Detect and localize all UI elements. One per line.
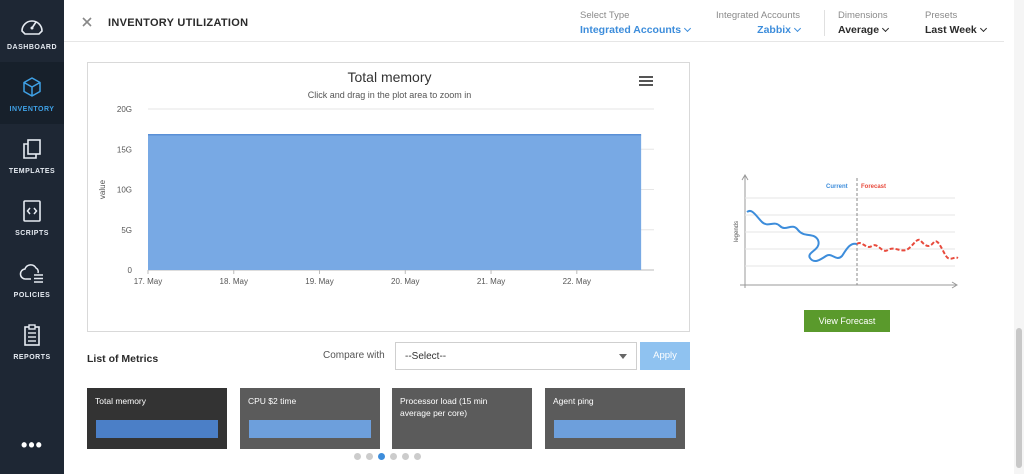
sidebar-item-dashboard[interactable]: DASHBOARD xyxy=(0,0,64,62)
filter-label: Select Type xyxy=(580,10,630,21)
filter-presets[interactable]: Presets Last Week xyxy=(925,10,987,36)
metric-card-sparkline xyxy=(96,420,218,438)
metric-card-total-memory[interactable]: Total memory xyxy=(87,388,227,449)
sidebar-item-templates[interactable]: TEMPLATES xyxy=(0,124,64,186)
chart-panel[interactable]: 0 5G 10G 15G 20G value 17. May 18. May 19. May 20… xyxy=(87,62,690,332)
forecast-illustration: Current Forecast legends xyxy=(734,174,959,289)
x-tick-label: 19. May xyxy=(305,277,333,286)
y-tick-label: 10G xyxy=(117,186,132,195)
sidebar-item-label: REPORTS xyxy=(13,354,51,361)
metric-card-sparkline xyxy=(554,420,676,438)
chevron-down-icon xyxy=(979,24,987,33)
carousel-dot[interactable] xyxy=(366,453,373,460)
cube-icon xyxy=(23,77,41,97)
list-of-metrics-heading: List of Metrics xyxy=(87,353,159,365)
sidebar-item-reports[interactable]: REPORTS xyxy=(0,310,64,372)
y-tick-label: 20G xyxy=(117,105,132,114)
sidebar-item-label: TEMPLATES xyxy=(8,168,56,175)
page-header: INVENTORY UTILIZATION Select Type Integr… xyxy=(64,0,1004,42)
forecast-forecast-label: Forecast xyxy=(861,184,886,190)
close-icon[interactable] xyxy=(81,16,93,28)
page-title: INVENTORY UTILIZATION xyxy=(108,17,249,29)
forecast-current-label: Current xyxy=(826,184,848,190)
x-tick-label: 22. May xyxy=(563,277,591,286)
metric-card-agent-ping[interactable]: Agent ping xyxy=(545,388,685,449)
filter-dimensions[interactable]: Dimensions Average xyxy=(838,10,890,36)
metric-card-label: CPU $2 time xyxy=(248,396,297,406)
metric-card-sparkline xyxy=(249,420,371,438)
filter-integrated-accounts[interactable]: Integrated Accounts Zabbix xyxy=(712,10,802,36)
forecast-current-line xyxy=(746,210,858,263)
filter-value-text: Last Week xyxy=(925,24,977,36)
filter-value-text: Integrated Accounts xyxy=(580,24,682,36)
y-tick-label: 0 xyxy=(128,266,133,275)
y-tick-label: 15G xyxy=(117,145,132,154)
metric-card-label: Agent ping xyxy=(553,396,594,406)
filter-value[interactable]: Zabbix xyxy=(712,24,802,36)
sidebar-item-label: INVENTORY xyxy=(9,106,55,113)
area-series xyxy=(148,134,642,270)
metric-card-label: Processor load (15 min average per core) xyxy=(400,396,488,418)
carousel-dot[interactable] xyxy=(414,453,421,460)
view-forecast-button[interactable]: View Forecast xyxy=(804,310,890,332)
carousel-dot[interactable] xyxy=(354,453,361,460)
more-options-button[interactable]: ••• xyxy=(0,420,64,470)
caret-down-icon xyxy=(619,354,627,359)
filter-label: Dimensions xyxy=(838,10,888,21)
filter-value-text: Average xyxy=(838,24,880,36)
chart-subtitle: Click and drag in the plot area to zoom … xyxy=(307,90,472,100)
cloud-settings-icon xyxy=(19,264,43,283)
filter-value[interactable]: Last Week xyxy=(925,24,987,36)
divider xyxy=(824,10,825,36)
filter-value-text: Zabbix xyxy=(757,24,791,36)
sidebar-item-policies[interactable]: POLICIES xyxy=(0,248,64,310)
filter-label: Integrated Accounts xyxy=(716,10,800,21)
apply-button[interactable]: Apply xyxy=(640,342,690,370)
carousel-dot[interactable] xyxy=(390,453,397,460)
filter-select-type[interactable]: Select Type Integrated Accounts xyxy=(580,10,692,36)
carousel-dot[interactable] xyxy=(378,453,385,460)
filter-label: Presets xyxy=(925,10,958,21)
compare-select-value: --Select-- xyxy=(405,351,447,362)
compare-select[interactable]: --Select-- xyxy=(395,342,637,370)
chevron-down-icon xyxy=(793,24,802,33)
sidebar-item-scripts[interactable]: SCRIPTS xyxy=(0,186,64,248)
sidebar-item-label: SCRIPTS xyxy=(15,230,49,237)
metric-card-processor-load[interactable]: Processor load (15 min average per core) xyxy=(392,388,532,449)
metric-card-label: Total memory xyxy=(95,396,147,406)
code-file-icon xyxy=(23,200,41,222)
forecast-y-label: legends xyxy=(734,221,740,242)
filter-value[interactable]: Average xyxy=(838,24,890,36)
copy-icon xyxy=(23,139,41,159)
app-root: DASHBOARD INVENTORY TEMPLATES SCRIPTS PO… xyxy=(0,0,1024,474)
speedometer-icon xyxy=(21,20,43,35)
chevron-down-icon xyxy=(882,24,890,33)
scrollbar-thumb[interactable] xyxy=(1016,328,1022,468)
y-axis-label: value xyxy=(98,179,107,199)
x-tick-label: 21. May xyxy=(477,277,505,286)
chart-title: Total memory xyxy=(347,69,432,85)
clipboard-icon xyxy=(24,324,40,346)
metric-card-cpu-time[interactable]: CPU $2 time xyxy=(240,388,380,449)
forecast-gridlines xyxy=(745,197,955,267)
compare-with-label: Compare with xyxy=(323,350,385,361)
hamburger-menu-icon[interactable] xyxy=(639,75,653,87)
x-tick-label: 18. May xyxy=(220,277,248,286)
x-tick-label: 20. May xyxy=(391,277,419,286)
chevron-down-icon xyxy=(684,24,692,33)
sidebar-item-label: DASHBOARD xyxy=(7,44,57,51)
sidebar-item-inventory[interactable]: INVENTORY xyxy=(0,62,64,124)
sidebar-item-label: POLICIES xyxy=(13,292,51,299)
total-memory-chart[interactable]: 0 5G 10G 15G 20G value 17. May 18. May 19. May 20… xyxy=(88,63,691,333)
y-tick-label: 5G xyxy=(121,226,132,235)
filter-value[interactable]: Integrated Accounts xyxy=(580,24,692,36)
sidebar: DASHBOARD INVENTORY TEMPLATES SCRIPTS PO… xyxy=(0,0,64,474)
carousel-dot[interactable] xyxy=(402,453,409,460)
x-tick-label: 17. May xyxy=(134,277,162,286)
